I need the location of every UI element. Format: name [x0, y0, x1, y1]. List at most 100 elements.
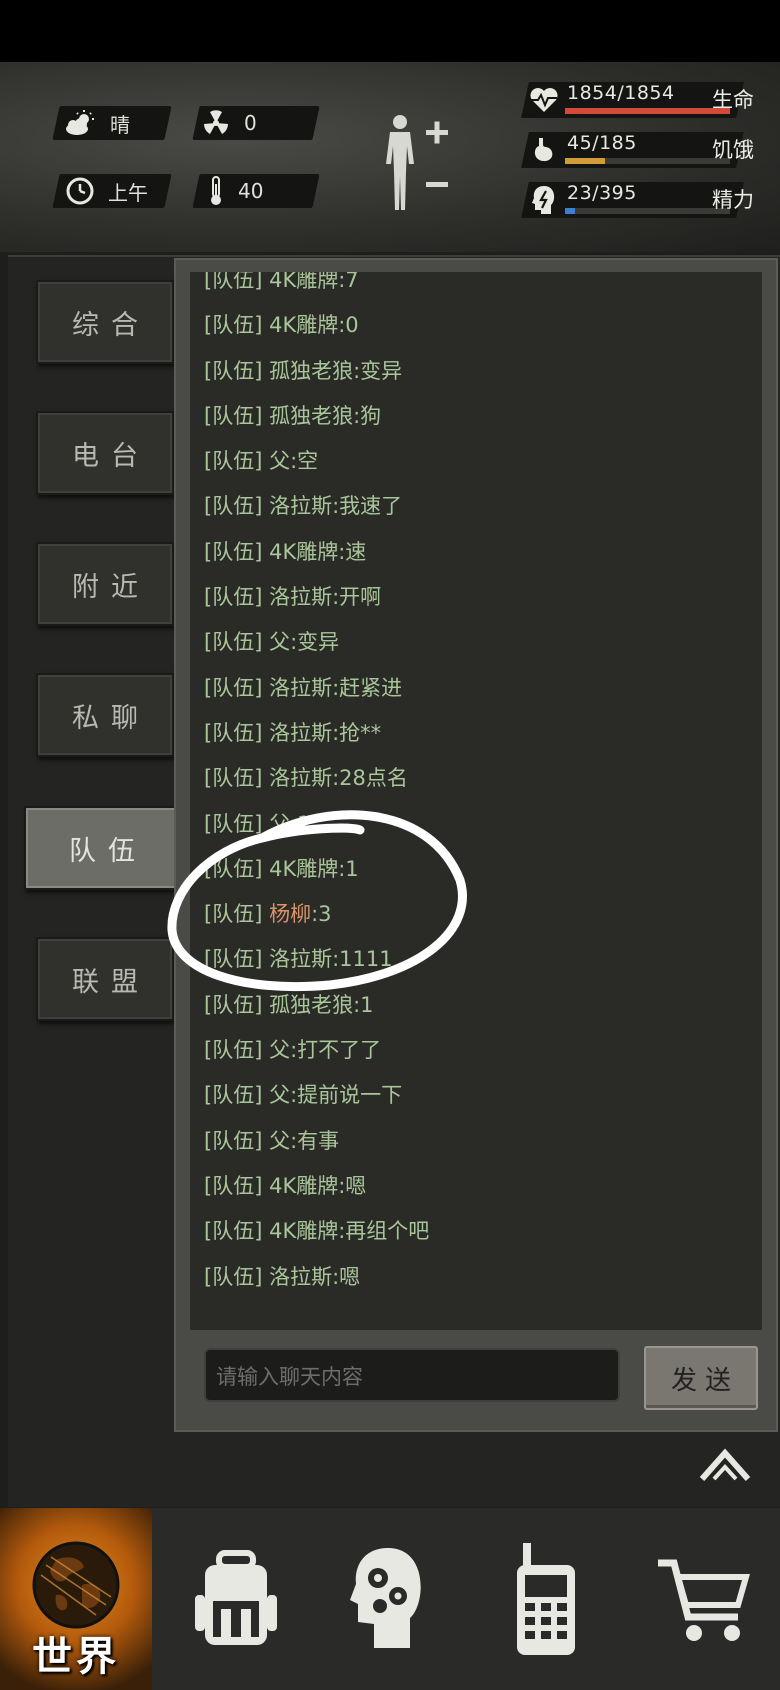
nav-world-label: 世界	[32, 1634, 120, 1680]
chat-message: [队伍] 父:空	[204, 439, 429, 484]
nav-radio[interactable]	[470, 1508, 622, 1690]
chat-text: :我速了	[332, 494, 403, 519]
chat-channel-tag: [队伍]	[204, 403, 263, 428]
chat-channel-tag: [队伍]	[204, 766, 263, 791]
nav-backpack[interactable]	[160, 1508, 312, 1690]
chat-text: :1	[353, 992, 374, 1017]
chat-sender[interactable]: 孤独老狼	[269, 404, 353, 428]
chat-panel: [队伍] 4K雕牌:7 [队伍] 4K雕牌:0 [队伍] 孤独老狼:变异 [队伍] 孤…	[174, 258, 778, 1432]
nav-skills[interactable]	[312, 1508, 464, 1690]
health-value: 1854/1854	[567, 82, 675, 104]
weather-indicator: 晴	[64, 106, 130, 140]
weather-label: 晴	[110, 112, 130, 137]
chat-channel-tag: [队伍]	[204, 1219, 263, 1244]
chat-sender[interactable]: 洛拉斯	[269, 585, 332, 609]
chat-sender[interactable]: 洛拉斯	[269, 947, 332, 971]
chat-sender[interactable]: 洛拉斯	[269, 766, 332, 790]
chat-channel-tag: [队伍]	[204, 313, 263, 338]
body-status-button[interactable]	[378, 112, 458, 226]
human-body-icon	[386, 115, 448, 210]
thermometer-icon	[211, 176, 221, 205]
time-indicator: 上午	[66, 174, 148, 208]
chat-sender[interactable]: 杨柳	[269, 902, 311, 926]
chat-sender[interactable]: 孤独老狼	[269, 359, 353, 383]
tab-nearby[interactable]: 附近	[36, 542, 174, 626]
chat-text: :嗯	[332, 1264, 361, 1289]
tab-radio[interactable]: 电台	[36, 411, 174, 495]
chat-text: :打不了了	[290, 1038, 382, 1063]
chat-sender[interactable]: 孤独老狼	[269, 993, 353, 1017]
chat-channel-tag: [队伍]	[204, 449, 263, 474]
stat-bar-fill	[565, 108, 730, 114]
chat-message: [队伍] 4K雕牌:1	[204, 847, 429, 892]
heart-pulse-icon	[530, 88, 558, 112]
send-button[interactable]: 发送	[644, 1346, 758, 1410]
chat-sender[interactable]: 洛拉斯	[269, 1265, 332, 1289]
chat-message: [队伍] 洛拉斯:28点名	[204, 756, 429, 801]
chat-sender[interactable]: 4K雕牌	[269, 857, 338, 881]
chat-text: :开啊	[332, 585, 382, 610]
chat-message: [队伍] 孤独老狼:1	[204, 983, 429, 1028]
chat-channel-tag: [队伍]	[204, 585, 263, 610]
chat-sender[interactable]: 4K雕牌	[269, 1219, 338, 1243]
nav-shop[interactable]	[628, 1508, 780, 1690]
chat-text: :1	[290, 811, 311, 836]
tab-private[interactable]: 私聊	[36, 673, 174, 757]
chat-text: :狗	[353, 403, 382, 428]
chat-message: [队伍] 父:提前说一下	[204, 1073, 429, 1118]
chat-sender[interactable]: 洛拉斯	[269, 721, 332, 745]
chat-text: :变异	[290, 630, 340, 655]
stat-bar-fill	[565, 208, 575, 214]
nav-world[interactable]: 世界	[0, 1508, 152, 1690]
chat-text: :变异	[353, 358, 403, 383]
chat-message: [队伍] 洛拉斯:赶紧进	[204, 666, 429, 711]
collapse-button[interactable]	[698, 1445, 752, 1483]
tab-team[interactable]: 队伍	[24, 806, 180, 890]
chat-sender[interactable]: 父	[269, 630, 290, 654]
chat-sender[interactable]: 4K雕牌	[269, 313, 338, 337]
chat-channel-tag: [队伍]	[204, 1173, 263, 1198]
chat-sender[interactable]: 洛拉斯	[269, 676, 332, 700]
world-globe-icon	[32, 1541, 120, 1629]
chat-message: [队伍] 4K雕牌:0	[204, 303, 429, 348]
chat-text: :空	[290, 449, 319, 474]
chat-channel-tag: [队伍]	[204, 494, 263, 519]
chat-sender[interactable]: 父	[269, 449, 290, 473]
chat-input[interactable]: 请输入聊天内容	[204, 1348, 620, 1402]
chat-text: :1	[338, 856, 359, 881]
chat-message: [队伍] 洛拉斯:开啊	[204, 575, 429, 620]
status-bar	[0, 0, 780, 62]
chat-channel-tag: [队伍]	[204, 1083, 263, 1108]
chat-messages: [队伍] 4K雕牌:7 [队伍] 4K雕牌:0 [队伍] 孤独老狼:变异 [队伍] 孤…	[204, 272, 429, 1300]
chat-sender[interactable]: 洛拉斯	[269, 494, 332, 518]
stat-bar-fill	[565, 158, 605, 164]
chat-sender[interactable]: 父	[269, 1129, 290, 1153]
chat-sender[interactable]: 4K雕牌	[269, 540, 338, 564]
chat-sender[interactable]: 父	[269, 812, 290, 836]
health-label: 生命	[712, 88, 754, 112]
chat-message: [队伍] 4K雕牌:7	[204, 272, 429, 303]
chat-message: [队伍] 孤独老狼:变异	[204, 349, 429, 394]
tab-alliance[interactable]: 联盟	[36, 937, 174, 1021]
chat-message: [队伍] 父:打不了了	[204, 1028, 429, 1073]
chat-sender[interactable]: 4K雕牌	[269, 272, 338, 292]
chat-channel-tag: [队伍]	[204, 1128, 263, 1153]
radiation-value: 0	[244, 111, 257, 135]
chat-text: :提前说一下	[290, 1083, 403, 1108]
chat-channel-tag: [队伍]	[204, 539, 263, 564]
chevron-up-icon	[699, 1448, 751, 1481]
time-label: 上午	[108, 180, 148, 205]
partly-sunny-icon	[66, 110, 94, 135]
chat-message: [队伍] 洛拉斯:我速了	[204, 484, 429, 529]
chat-text: :嗯	[338, 1173, 367, 1198]
chat-message: [队伍] 杨柳:3	[204, 892, 429, 937]
chat-sender[interactable]: 4K雕牌	[269, 1174, 338, 1198]
chat-text: :7	[338, 272, 359, 292]
chat-channel-tag: [队伍]	[204, 1264, 263, 1289]
chat-sender[interactable]: 父	[269, 1083, 290, 1107]
tab-general[interactable]: 综合	[36, 280, 174, 364]
chat-message-list[interactable]: [队伍] 4K雕牌:7 [队伍] 4K雕牌:0 [队伍] 孤独老狼:变异 [队伍] 孤…	[190, 272, 762, 1330]
chat-sender[interactable]: 父	[269, 1038, 290, 1062]
temperature-value: 40	[238, 179, 264, 203]
radiation-icon	[204, 110, 228, 134]
